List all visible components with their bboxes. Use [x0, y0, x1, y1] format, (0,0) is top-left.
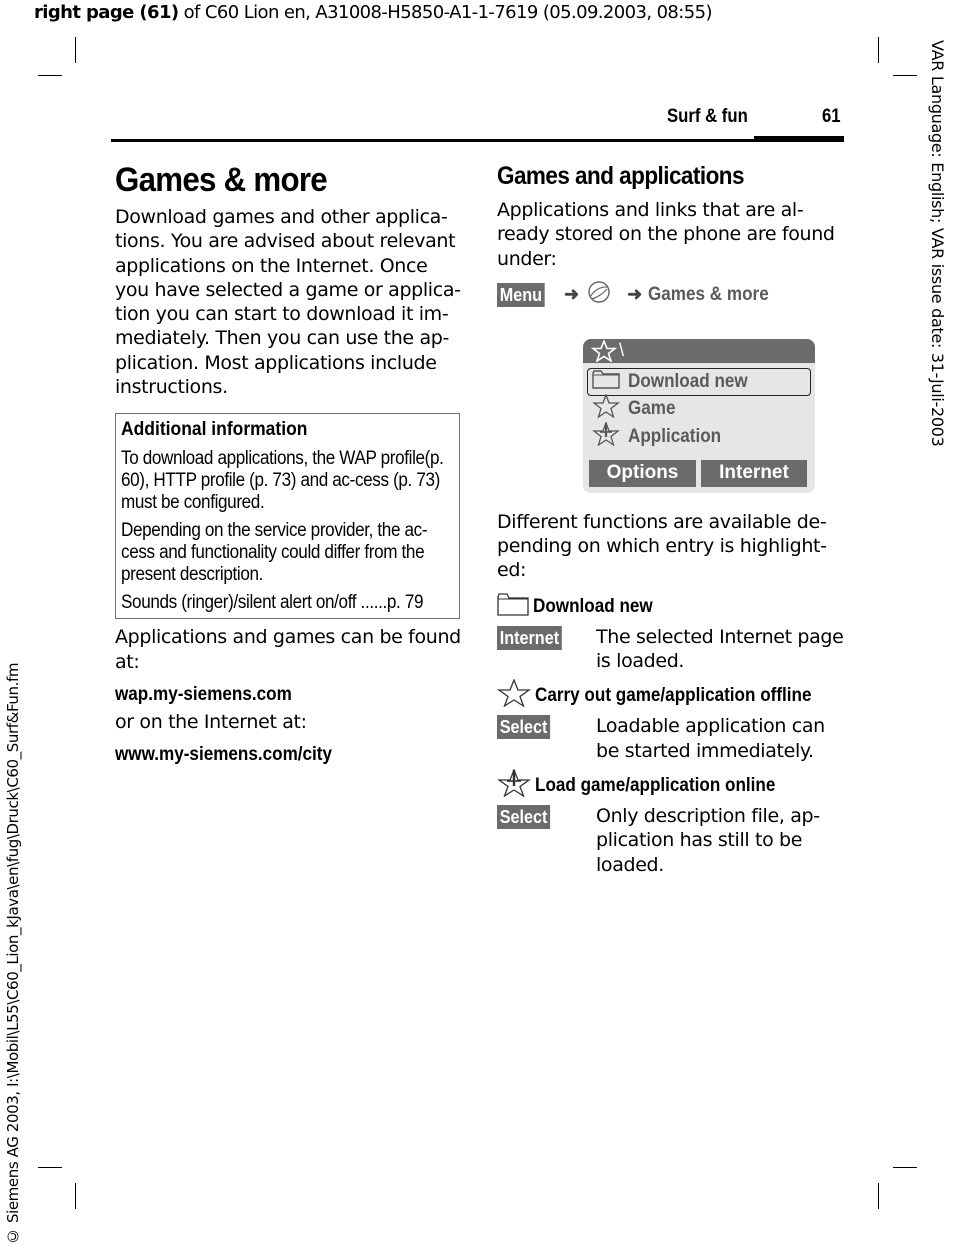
entry-heading-online: Load game/application online — [496, 768, 847, 803]
star-outline-icon — [592, 393, 620, 424]
phone-screen-path: \ — [619, 339, 625, 360]
crop-mark — [75, 1183, 76, 1209]
phone-row-download-new[interactable]: Download new — [587, 367, 811, 396]
crop-mark — [75, 37, 76, 63]
softkey-internet[interactable]: Internet — [701, 459, 807, 487]
wap-url[interactable]: wap.my-siemens.com — [115, 684, 430, 706]
menu-key[interactable]: Menu — [497, 282, 545, 307]
star-download-icon — [592, 421, 620, 452]
arrow-right-icon: ➜ — [627, 284, 643, 305]
menu-path: Menu ➜ ➜ Games & more — [497, 281, 847, 309]
info-box-title: Additional information — [121, 419, 308, 441]
page-title: Games & more — [115, 161, 328, 199]
phone-row-label: Game — [628, 397, 676, 419]
entry-row: Internet The selected Internet page is l… — [497, 625, 847, 674]
crop-mark — [878, 1183, 879, 1209]
folder-icon — [497, 592, 529, 622]
print-header: right page (61) of C60 Lion en, A31008-H… — [34, 2, 712, 23]
select-key[interactable]: Select — [497, 715, 551, 740]
phone-row-label: Download new — [628, 370, 748, 392]
entry-row: Select Only description file, ap-plicati… — [497, 804, 847, 877]
crop-mark — [878, 37, 879, 63]
running-head-section: Surf & fun — [667, 106, 748, 127]
info-box-paragraph: To download applications, the WAP profil… — [121, 448, 444, 514]
phone-row-label: Application — [628, 425, 722, 447]
phone-screen-titlebar: \ — [583, 338, 815, 363]
softkey-options[interactable]: Options — [589, 459, 696, 487]
entry-heading-label: Carry out game/application offline — [535, 685, 812, 707]
running-head-page-number: 61 — [822, 106, 841, 127]
found-at-text: Applications and games can be found at: — [115, 626, 461, 673]
var-language-note: VAR Language: English; VAR issue date: 3… — [928, 40, 947, 447]
functions-intro: Different functions are available de-pen… — [497, 510, 827, 582]
section-subtitle: Games and applications — [497, 162, 744, 190]
select-key[interactable]: Select — [497, 804, 551, 829]
crop-mark — [893, 75, 917, 76]
menu-path-target: Games & more — [648, 283, 769, 305]
star-download-icon — [496, 768, 532, 803]
header-rule — [111, 139, 754, 142]
print-header-page: right page (61) — [34, 2, 179, 23]
entry-row: Select Loadable application can be start… — [497, 714, 847, 763]
intro-paragraph: Download games and other applica-tions. … — [115, 206, 461, 399]
crop-mark — [38, 75, 62, 76]
section-intro: Applications and links that are al-ready… — [497, 199, 835, 270]
entry-heading-label: Load game/application online — [535, 774, 776, 796]
entry-heading-offline: Carry out game/application offline — [496, 678, 847, 713]
globe-icon — [585, 280, 613, 310]
entry-description: Loadable application can be started imme… — [596, 715, 825, 762]
crop-mark — [38, 1167, 62, 1168]
info-box-crossref: Sounds (ringer)/silent alert on/off ....… — [121, 592, 424, 614]
header-rule-accent — [754, 136, 844, 142]
phone-screen: \ Download new Game Application Options … — [583, 338, 815, 493]
star-icon — [590, 338, 618, 367]
web-url[interactable]: www.my-siemens.com/city — [115, 744, 430, 766]
softkey-options-label: Options — [606, 462, 679, 484]
phone-row-game[interactable]: Game — [587, 393, 809, 424]
entry-description: Only description file, ap-plication has … — [596, 804, 820, 876]
copyright-path-note: © Siemens AG 2003, I:\Mobil\L55\C60_Lion… — [4, 662, 22, 1245]
star-outline-icon — [496, 678, 532, 713]
print-header-info: of C60 Lion en, A31008-H5850-A1-1-7619 (… — [178, 2, 713, 23]
internet-key[interactable]: Internet — [497, 625, 562, 650]
info-box-paragraph: Depending on the service provider, the a… — [121, 520, 428, 586]
additional-info-box: Additional information To download appli… — [115, 413, 460, 620]
softkey-internet-label: Internet — [719, 462, 789, 484]
folder-icon — [592, 369, 620, 395]
arrow-right-icon: ➜ — [564, 284, 580, 305]
right-column: Games and applications Applications and … — [496, 158, 847, 877]
left-column: Games & more Download games and other ap… — [115, 158, 465, 766]
entry-heading-download-new: Download new — [497, 593, 847, 621]
crop-mark — [893, 1167, 917, 1168]
phone-row-application[interactable]: Application — [587, 421, 809, 452]
entry-description: The selected Internet page is loaded. — [596, 625, 844, 673]
entry-heading-label: Download new — [533, 595, 653, 617]
or-internet-text: or on the Internet at: — [115, 710, 307, 733]
